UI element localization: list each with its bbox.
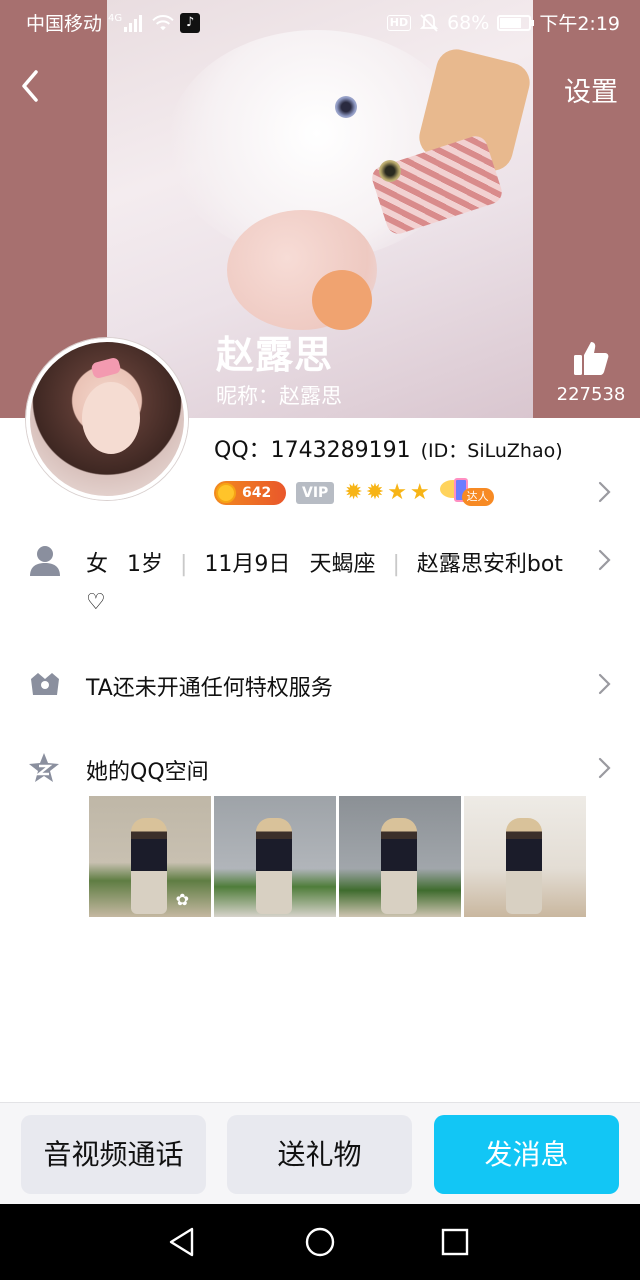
send-gift-button[interactable]: 送礼物	[227, 1115, 412, 1194]
qzone-star-icon	[29, 753, 59, 782]
thumbs-up-icon	[574, 342, 609, 375]
mute-bell-icon	[419, 13, 439, 32]
qq-number: QQ：1743289191	[214, 438, 411, 463]
nickname-label: 昵称：赵露思	[216, 384, 342, 408]
vip-badge: VIP	[296, 482, 335, 504]
avatar[interactable]	[26, 338, 188, 500]
qzone-photo[interactable]	[214, 796, 336, 917]
qzone-photo[interactable]	[464, 796, 586, 917]
sun-level-icon: ✹	[344, 480, 363, 505]
qzone-photo[interactable]	[339, 796, 461, 917]
badge-row[interactable]: 642 VIP ✹ ✹ ★ ★ 达人	[214, 478, 502, 508]
personal-info-text: 女 1岁 | 11月9日 天蝎座 | 赵露思安利bot ♡	[86, 552, 563, 615]
hd-badge: HD	[386, 14, 412, 31]
sun-level-icon: ✹	[365, 480, 385, 505]
action-bar: 音视频通话 送礼物 发消息	[0, 1102, 640, 1204]
nav-back-icon[interactable]	[164, 1224, 200, 1260]
qzone-photo-strip[interactable]: ✿	[89, 796, 586, 917]
chevron-right-icon[interactable]	[598, 548, 612, 572]
nav-home-icon[interactable]	[302, 1224, 338, 1260]
carrier-label: 中国移动	[26, 13, 103, 35]
birthday: 11月9日	[204, 552, 291, 577]
star-icon: ★	[387, 480, 407, 505]
zodiac: 天蝎座	[309, 552, 376, 577]
status-bar: 中国移动 4G ♪ HD 68% 下午2:19	[0, 0, 640, 42]
age: 1岁	[127, 552, 164, 577]
display-name: 赵露思	[216, 333, 334, 377]
person-icon	[30, 546, 60, 576]
chevron-right-icon[interactable]	[598, 756, 612, 780]
star-icon: ★	[409, 480, 430, 505]
chevron-right-icon[interactable]	[598, 672, 612, 696]
qq-id: (ID：SiLuZhao)	[420, 440, 563, 462]
qzone-title: 她的QQ空间	[86, 760, 209, 785]
qzone-photo[interactable]: ✿	[89, 796, 211, 917]
settings-button[interactable]: 设置	[564, 70, 618, 109]
qq-number-row: QQ：1743289191 (ID：SiLuZhao)	[214, 432, 563, 464]
video-call-button[interactable]: 音视频通话	[21, 1115, 206, 1194]
gender: 女	[86, 552, 109, 577]
level-stars: ✹ ✹ ★ ★	[344, 482, 429, 504]
privilege-text: TA还未开通任何特权服务	[86, 676, 333, 701]
clock: 下午2:19	[539, 13, 620, 35]
network-label: 4G	[108, 13, 123, 24]
daren-badge: 达人	[439, 478, 502, 508]
sun-icon	[216, 483, 236, 503]
back-arrow-icon[interactable]	[14, 66, 50, 106]
like-count: 227538	[556, 384, 626, 405]
wifi-icon	[152, 14, 174, 30]
system-nav-bar	[0, 1204, 640, 1280]
level-badge: 642	[214, 481, 286, 505]
signal-icon	[124, 14, 146, 32]
flower-icon: ✿	[175, 890, 189, 909]
crown-icon	[31, 673, 59, 695]
nav-recents-icon[interactable]	[437, 1224, 473, 1260]
battery-icon	[497, 14, 535, 31]
like-button[interactable]: 227538	[556, 338, 626, 405]
send-message-button[interactable]: 发消息	[434, 1115, 619, 1194]
battery-percent: 68%	[447, 11, 490, 34]
tiktok-icon: ♪	[180, 12, 201, 33]
bio: 赵露思安利bot	[416, 552, 563, 577]
chevron-right-icon[interactable]	[598, 480, 612, 504]
bio-heart: ♡	[86, 590, 106, 615]
